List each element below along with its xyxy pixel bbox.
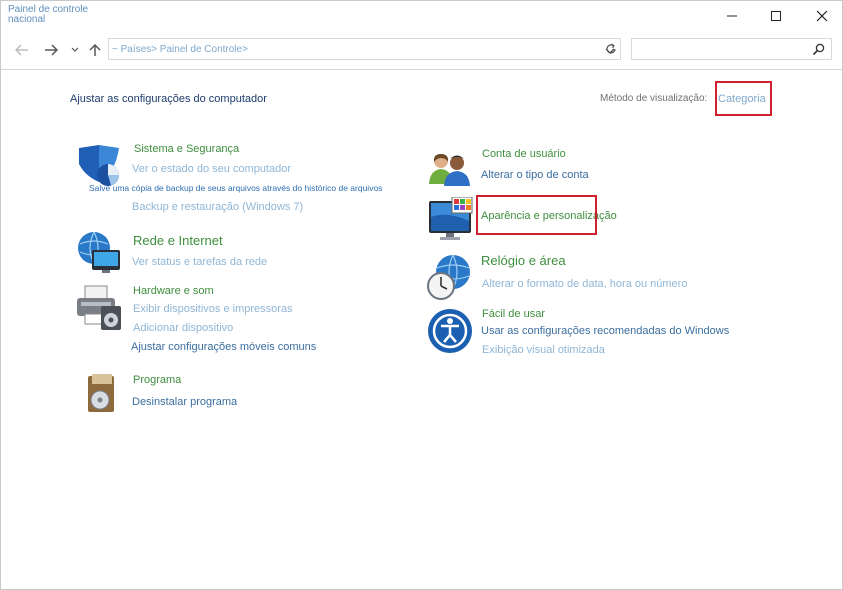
category-system-security[interactable]: Sistema e Segurança — [134, 143, 239, 155]
category-hardware-sound[interactable]: Hardware e som — [133, 285, 214, 297]
link-date-time-format[interactable]: Alterar o formato de data, hora ou númer… — [482, 278, 687, 290]
page-heading: Ajustar as configurações do computador — [70, 93, 267, 105]
link-devices-printers[interactable]: Exibir dispositivos e impressoras — [133, 303, 293, 315]
refresh-button[interactable] — [601, 38, 621, 60]
link-mobility-settings[interactable]: Ajustar configurações móveis comuns — [131, 341, 316, 353]
window-title: Painel de controle nacional — [8, 4, 89, 25]
view-by-label: Método de visualização: — [600, 93, 708, 104]
navigation-bar: ~ Países> Painel de Controle> — [1, 35, 842, 65]
arrow-right-icon — [45, 44, 58, 56]
programs-icon — [84, 372, 120, 421]
printer-icon — [75, 284, 125, 337]
title-bar: Painel de controle nacional — [1, 1, 842, 33]
category-clock-region[interactable]: Relógio e área — [481, 253, 566, 268]
forward-button[interactable] — [42, 41, 60, 59]
maximize-icon — [771, 11, 781, 21]
link-view-computer-status[interactable]: Ver o estado do seu computador — [132, 163, 291, 175]
clock-globe-icon — [425, 254, 473, 307]
link-backup-restore[interactable]: Backup e restauração (Windows 7) — [132, 201, 303, 213]
refresh-icon — [606, 43, 616, 54]
close-button[interactable] — [802, 1, 842, 31]
toolbar-separator — [1, 69, 842, 70]
ease-of-access-icon — [427, 308, 473, 359]
link-uninstall-program[interactable]: Desinstalar programa — [132, 396, 237, 408]
search-input[interactable] — [631, 38, 832, 60]
category-ease-of-access[interactable]: Fácil de usar — [482, 308, 545, 320]
back-button[interactable] — [13, 41, 31, 59]
arrow-up-icon — [89, 43, 101, 56]
address-text: ~ Países> Painel de Controle> — [112, 44, 248, 55]
link-add-device[interactable]: Adicionar dispositivo — [133, 322, 233, 334]
maximize-button[interactable] — [756, 1, 796, 31]
address-bar[interactable]: ~ Países> Painel de Controle> — [108, 38, 621, 60]
link-change-account-type[interactable]: Alterar o tipo de conta — [481, 169, 589, 181]
up-button[interactable] — [88, 41, 102, 59]
user-accounts-icon — [428, 150, 472, 193]
category-user-accounts[interactable]: Conta de usuário — [482, 148, 566, 160]
highlight-box-appearance — [476, 195, 597, 235]
control-panel-window: Painel de controle nacional ~ Países> Pa… — [0, 0, 843, 590]
link-file-history-backup[interactable]: Salve uma cópia de backup de seus arquiv… — [89, 183, 382, 193]
appearance-monitor-icon — [428, 196, 474, 250]
minimize-icon — [727, 15, 737, 17]
category-programs[interactable]: Programa — [133, 374, 181, 386]
recent-locations-button[interactable] — [69, 41, 81, 59]
chevron-down-icon — [71, 47, 79, 52]
arrow-left-icon — [15, 44, 28, 56]
link-network-status[interactable]: Ver status e tarefas da rede — [132, 256, 267, 268]
search-icon — [812, 43, 825, 61]
link-recommended-settings[interactable]: Usar as configurações recomendadas do Wi… — [481, 325, 729, 337]
close-icon — [816, 10, 828, 22]
link-optimize-visual-display[interactable]: Exibição visual otimizada — [482, 344, 605, 356]
category-network-internet[interactable]: Rede e Internet — [133, 233, 223, 248]
network-globe-icon — [76, 230, 124, 281]
highlight-box-view-by — [715, 81, 772, 116]
minimize-button[interactable] — [712, 1, 752, 31]
